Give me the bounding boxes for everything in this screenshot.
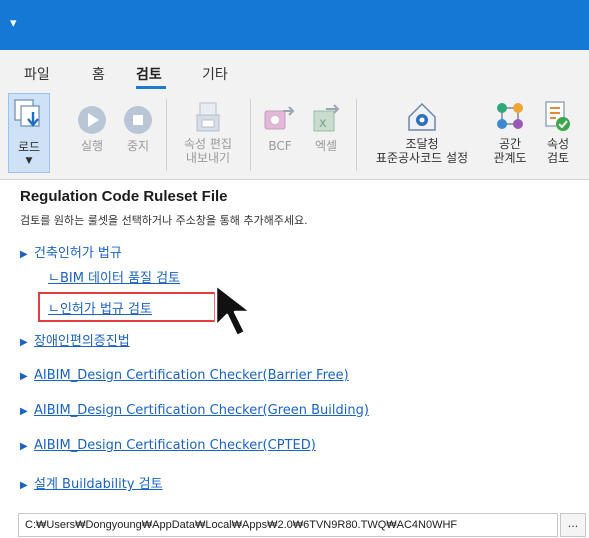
menu-etc[interactable]: 기타 xyxy=(202,64,228,84)
standard-code-settings-label: 표준공사코드 설정 xyxy=(375,151,469,165)
active-tab-indicator xyxy=(136,86,166,89)
attribute-label: 속성 xyxy=(546,137,570,151)
tree-item-bim-data-quality[interactable]: ㄴBIM 데이터 품질 검토 xyxy=(48,267,180,286)
spatial-relationship-button[interactable]: 공간 관계도 xyxy=(486,93,534,173)
bcf-button[interactable]: BCF xyxy=(258,93,302,173)
ribbon-toolbar: 로드 ▼ 실행 중지 속성 편집 내보내기 BCF x 엑셀 조달청 표준공사코… xyxy=(0,93,589,180)
load-dropdown-icon[interactable]: ▼ xyxy=(9,154,49,169)
ruleset-path-input[interactable]: C:₩Users₩Dongyoung₩AppData₩Local₩Apps₩2.… xyxy=(18,513,558,537)
ribbon-separator xyxy=(250,99,251,171)
tree-group-buildability[interactable]: ▶ 설계 Buildability 검토 xyxy=(20,473,163,492)
browse-button[interactable]: ... xyxy=(560,513,586,537)
panel-instructions: 검토를 원하는 룰셋을 선택하거나 주소창을 통해 추가해주세요. xyxy=(20,214,308,227)
expand-arrow-icon: ▶ xyxy=(20,249,28,260)
ruleset-panel: Regulation Code Ruleset File 검토를 원하는 룰셋을… xyxy=(0,180,589,538)
load-label: 로드 xyxy=(17,140,41,154)
run-label: 실행 xyxy=(80,139,104,153)
ribbon-separator xyxy=(356,99,357,171)
procurement-code-settings-button[interactable]: 조달청 표준공사코드 설정 xyxy=(362,93,482,173)
load-button[interactable]: 로드 ▼ xyxy=(8,93,50,173)
tree-group-cpted[interactable]: ▶ AIBIM_Design Certification Checker(CPTE… xyxy=(20,438,316,453)
tree-item-permit-regulation-review[interactable]: ㄴ인허가 법규 검토 xyxy=(48,298,152,317)
tree-group-building-permit[interactable]: ▶ 건축인허가 법규 xyxy=(20,242,122,261)
tree-group-barrier-free[interactable]: ▶ AIBIM_Design Certification Checker(Barr… xyxy=(20,368,349,383)
title-bar: ▾ xyxy=(0,0,589,50)
export-label: 내보내기 xyxy=(185,151,231,165)
document-export-icon xyxy=(191,101,225,139)
network-graph-icon xyxy=(493,99,527,137)
attribute-review-button[interactable]: 속성 검토 xyxy=(536,93,580,173)
property-edit-label: 속성 편집 xyxy=(184,137,232,151)
expand-arrow-icon: ▶ xyxy=(20,441,28,452)
ribbon-separator xyxy=(166,99,167,171)
panel-title: Regulation Code Ruleset File xyxy=(20,188,228,205)
expand-arrow-icon: ▶ xyxy=(20,406,28,417)
svg-text:x: x xyxy=(319,116,327,131)
excel-button[interactable]: x 엑셀 xyxy=(304,93,348,173)
expand-arrow-icon: ▶ xyxy=(20,480,28,491)
play-icon xyxy=(77,105,107,139)
checklist-approved-icon xyxy=(543,99,573,137)
stop-button[interactable]: 중지 xyxy=(118,93,158,173)
bcf-label: BCF xyxy=(268,139,292,153)
expand-arrow-icon: ▶ xyxy=(20,371,28,382)
quick-access-dropdown-icon[interactable]: ▾ xyxy=(10,17,17,30)
stop-label: 중지 xyxy=(126,139,150,153)
space-label: 공간 xyxy=(498,137,522,151)
procurement-label: 조달청 xyxy=(405,137,439,151)
load-icon xyxy=(13,98,45,136)
tree-group-disability-access[interactable]: ▶ 장애인편의증진법 xyxy=(20,330,130,349)
review-label: 검토 xyxy=(546,151,570,165)
excel-export-icon: x xyxy=(310,101,342,137)
mouse-pointer-icon xyxy=(213,282,263,346)
gear-house-icon xyxy=(405,99,439,137)
menu-bar: 파일 홈 검토 기타 xyxy=(0,50,589,93)
menu-review[interactable]: 검토 xyxy=(136,64,162,84)
stop-icon xyxy=(123,105,153,139)
menu-home[interactable]: 홈 xyxy=(92,64,105,84)
excel-label: 엑셀 xyxy=(314,139,338,153)
bcf-export-icon xyxy=(263,103,297,137)
menu-file[interactable]: 파일 xyxy=(24,64,50,84)
tree-group-green-building[interactable]: ▶ AIBIM_Design Certification Checker(Gree… xyxy=(20,403,369,418)
expand-arrow-icon: ▶ xyxy=(20,337,28,348)
relationship-diagram-label: 관계도 xyxy=(493,151,527,165)
property-edit-export-button[interactable]: 속성 편집 내보내기 xyxy=(172,93,244,173)
run-button[interactable]: 실행 xyxy=(72,93,112,173)
